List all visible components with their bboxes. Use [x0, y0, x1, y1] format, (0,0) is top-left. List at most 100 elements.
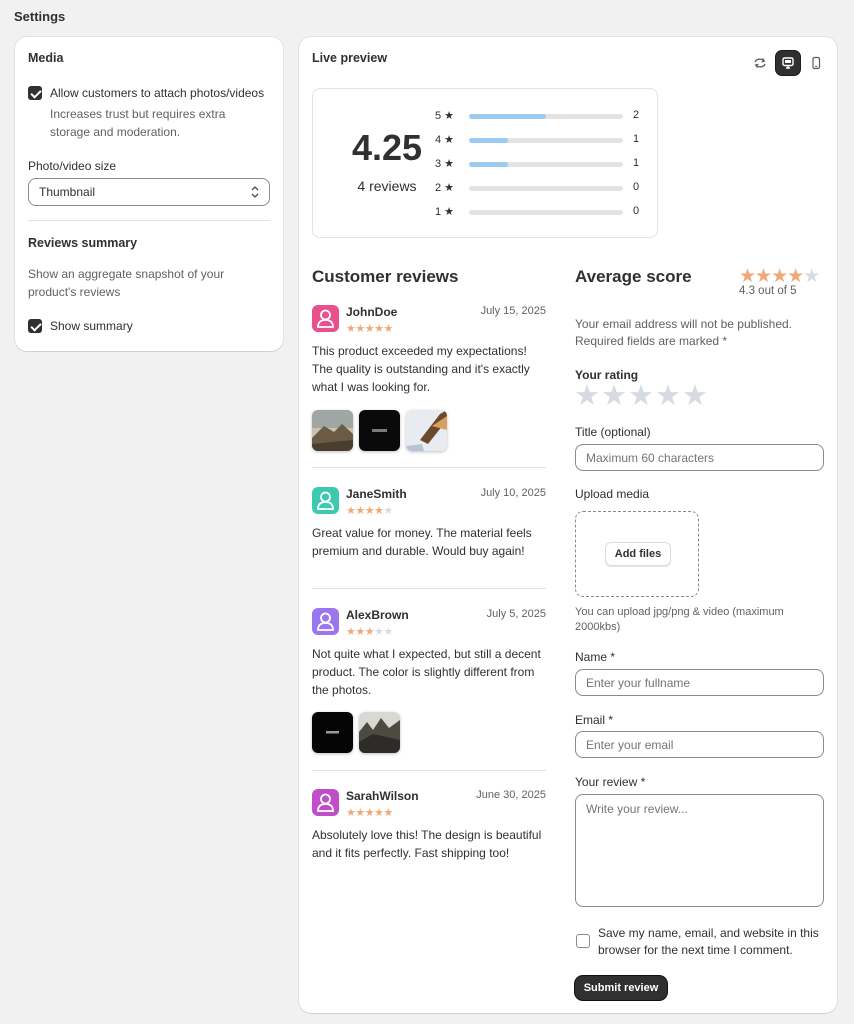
- photo-size-label: Photo/video size: [28, 159, 117, 173]
- review-body: Great value for money. The material feel…: [312, 524, 544, 560]
- review-text-line: This product exceeded my expectations!: [312, 344, 527, 358]
- email-input[interactable]: [575, 731, 824, 758]
- review-item: JohnDoe July 15, 2025 ★★★★★ This product ex…: [312, 305, 546, 455]
- distribution-star-label: 4 ★: [435, 134, 455, 146]
- add-files-button[interactable]: Add files: [605, 542, 671, 566]
- review-date: July 15, 2025: [480, 305, 546, 317]
- privacy-notice-line-1: Your email address will not be published…: [575, 317, 793, 331]
- distribution-star-label: 2 ★: [435, 182, 455, 194]
- summary-section-title: Reviews summary: [28, 236, 138, 250]
- mobile-view-button[interactable]: [804, 51, 828, 75]
- user-icon: [317, 309, 334, 328]
- review-text-line: what I was looking for.: [312, 380, 431, 394]
- distribution-count: 0: [633, 205, 640, 217]
- review-media-thumbnails: [312, 410, 447, 451]
- allow-media-help-line-1: Increases trust but requires extra: [50, 107, 226, 121]
- rating-star-icon[interactable]: ★: [628, 381, 654, 411]
- score-star-icon: ★: [803, 266, 820, 287]
- distribution-star-label: 1 ★: [435, 206, 455, 218]
- review-divider: [312, 770, 546, 771]
- refresh-icon: [754, 58, 766, 68]
- review-media-thumbnail[interactable]: [312, 410, 353, 451]
- title-input[interactable]: [575, 444, 824, 471]
- rating-star-icon[interactable]: ★: [574, 381, 600, 411]
- review-item: SarahWilson June 30, 2025 ★★★★★ Absolutely …: [312, 789, 546, 939]
- upload-help-line-1: You can upload jpg/png & video (maximum: [575, 606, 784, 618]
- review-text-line: the photos.: [312, 683, 372, 697]
- allow-media-label: Allow customers to attach photos/videos: [50, 86, 265, 100]
- section-divider: [28, 220, 270, 221]
- reviews-heading: Customer reviews: [312, 267, 459, 286]
- review-media-thumbnail[interactable]: [406, 410, 447, 451]
- page-title: Settings: [14, 9, 66, 24]
- distribution-bar: [469, 114, 623, 119]
- review-textarea[interactable]: [575, 794, 824, 907]
- photo-size-select[interactable]: Thumbnail: [28, 178, 270, 206]
- mobile-icon: [812, 56, 821, 70]
- preview-title: Live preview: [312, 51, 388, 65]
- upload-dropzone[interactable]: Add files: [575, 511, 699, 597]
- upload-help-line-2: 2000kbs): [575, 621, 621, 633]
- preview-card: Live preview 4.25 4 reviews 5 ★ 2 4 ★ 1 3 ★ 1…: [299, 37, 837, 1013]
- settings-card: Media Allow customers to attach photos/v…: [15, 37, 283, 351]
- user-icon: [317, 491, 334, 510]
- save-info-checkbox[interactable]: [576, 934, 590, 948]
- show-summary-checkbox[interactable]: [28, 319, 42, 333]
- distribution-star-label: 3 ★: [435, 158, 455, 170]
- title-label: Title (optional): [575, 425, 651, 439]
- distribution-row: 2 ★ 0: [433, 181, 643, 195]
- select-chevron-icon: [251, 186, 259, 198]
- submit-review-button[interactable]: Submit review: [575, 976, 667, 1000]
- review-author: SarahWilson: [346, 789, 419, 803]
- avatar: [312, 487, 339, 514]
- name-input[interactable]: [575, 669, 824, 696]
- review-text-line: Not quite what I expected, but still a d…: [312, 647, 541, 661]
- review-date: July 10, 2025: [480, 487, 546, 499]
- refresh-button[interactable]: [748, 51, 772, 75]
- rating-star-icon[interactable]: ★: [655, 381, 681, 411]
- distribution-bar: [469, 138, 623, 143]
- average-rating: 4.25: [351, 127, 423, 168]
- summary-desc-line-2: product's reviews: [28, 285, 121, 299]
- distribution-row: 3 ★ 1: [433, 157, 643, 171]
- distribution-row: 1 ★ 0: [433, 205, 643, 219]
- review-media-thumbnail[interactable]: [312, 712, 353, 753]
- review-text-line: Absolutely love this! The design is beau…: [312, 828, 542, 842]
- review-media-thumbnail[interactable]: [359, 712, 400, 753]
- allow-media-checkbox[interactable]: [28, 86, 42, 100]
- review-author: JaneSmith: [346, 487, 407, 501]
- rating-star-icon[interactable]: ★: [601, 381, 627, 411]
- review-item: AlexBrown July 5, 2025 ★★★★★ Not quite what…: [312, 608, 546, 758]
- review-text-line: The quality is outstanding and it's exac…: [312, 362, 530, 376]
- user-icon: [317, 612, 334, 631]
- review-author: AlexBrown: [346, 608, 409, 622]
- photo-size-value: Thumbnail: [39, 185, 96, 199]
- distribution-row: 5 ★ 2: [433, 109, 643, 123]
- review-text-line: and it fits perfectly. Fast shipping too…: [312, 846, 510, 860]
- distribution-count: 1: [633, 133, 640, 145]
- distribution-bar-fill: [469, 138, 508, 143]
- show-summary-label: Show summary: [50, 319, 133, 333]
- distribution-bar: [469, 162, 623, 167]
- rating-input[interactable]: ★ ★ ★ ★ ★: [574, 381, 708, 411]
- review-media-thumbnail[interactable]: [359, 410, 400, 451]
- rating-summary-box: 4.25 4 reviews 5 ★ 2 4 ★ 1 3 ★ 1 2 ★ 0 1 ★ 0: [312, 88, 658, 238]
- review-author: JohnDoe: [346, 305, 398, 319]
- rating-star-icon[interactable]: ★: [682, 381, 708, 411]
- review-text-line: product. The color is slightly different…: [312, 665, 535, 679]
- review-text-line: Great value for money. The material feel…: [312, 526, 532, 540]
- review-body: Not quite what I expected, but still a d…: [312, 645, 544, 699]
- review-divider: [312, 467, 546, 468]
- avatar: [312, 789, 339, 816]
- desktop-view-button[interactable]: [776, 51, 800, 75]
- user-icon: [317, 793, 334, 812]
- save-info-label-line-1: Save my name, email, and website in this: [598, 926, 819, 940]
- distribution-count: 2: [633, 109, 640, 121]
- distribution-bar-fill: [469, 162, 508, 167]
- distribution-count: 1: [633, 157, 640, 169]
- distribution-bar: [469, 210, 623, 215]
- desktop-icon: [782, 57, 794, 69]
- email-label: Email *: [575, 713, 614, 727]
- summary-desc-line-1: Show an aggregate snapshot of your: [28, 267, 225, 281]
- distribution-bar: [469, 186, 623, 191]
